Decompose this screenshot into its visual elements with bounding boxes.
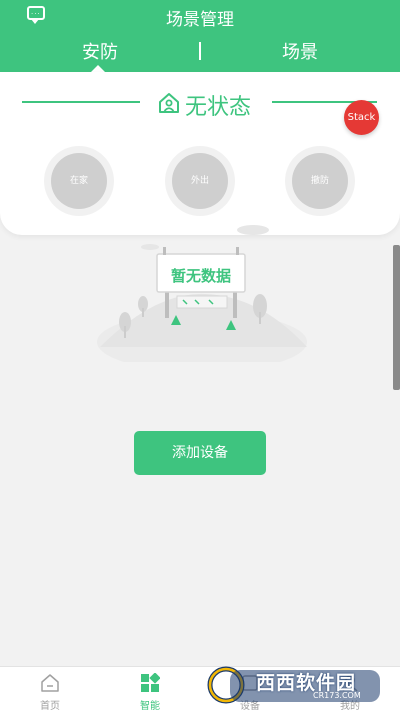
page-title: 场景管理	[166, 10, 234, 30]
mode-disarm-button[interactable]: 撤防	[285, 146, 355, 216]
add-device-button[interactable]: 添加设备	[134, 431, 266, 475]
app-header: ··· 场景管理 安防 场景	[0, 0, 400, 72]
home-icon	[41, 674, 59, 692]
tab-scenes[interactable]: 场景	[200, 38, 400, 64]
mode-disarm-label: 撤防	[292, 153, 348, 209]
divider-left	[22, 101, 140, 103]
active-tab-indicator	[91, 65, 105, 72]
home-person-icon	[159, 93, 179, 113]
mode-home-button[interactable]: 在家	[44, 146, 114, 216]
security-status-card: 无状态 Stack 在家 外出 撤防	[0, 72, 400, 235]
stack-badge[interactable]: Stack	[344, 100, 379, 135]
status-text: 无状态	[185, 95, 252, 120]
mode-home-label: 在家	[51, 153, 107, 209]
grid-icon	[141, 673, 160, 692]
mode-away-label: 外出	[172, 153, 228, 209]
watermark-subtext: CR173.COM	[313, 691, 361, 700]
side-drawer-handle[interactable]	[393, 245, 400, 390]
empty-state-illustration	[97, 225, 307, 362]
nav-item-smart[interactable]: 智能	[100, 667, 200, 710]
nav-item-home[interactable]: 首页	[0, 667, 100, 710]
mode-away-button[interactable]: 外出	[165, 146, 235, 216]
tab-security[interactable]: 安防	[0, 38, 200, 64]
nav-label-smart: 智能	[140, 701, 160, 710]
empty-state-text: 暂无数据	[170, 267, 231, 285]
nav-label-home: 首页	[40, 701, 60, 710]
